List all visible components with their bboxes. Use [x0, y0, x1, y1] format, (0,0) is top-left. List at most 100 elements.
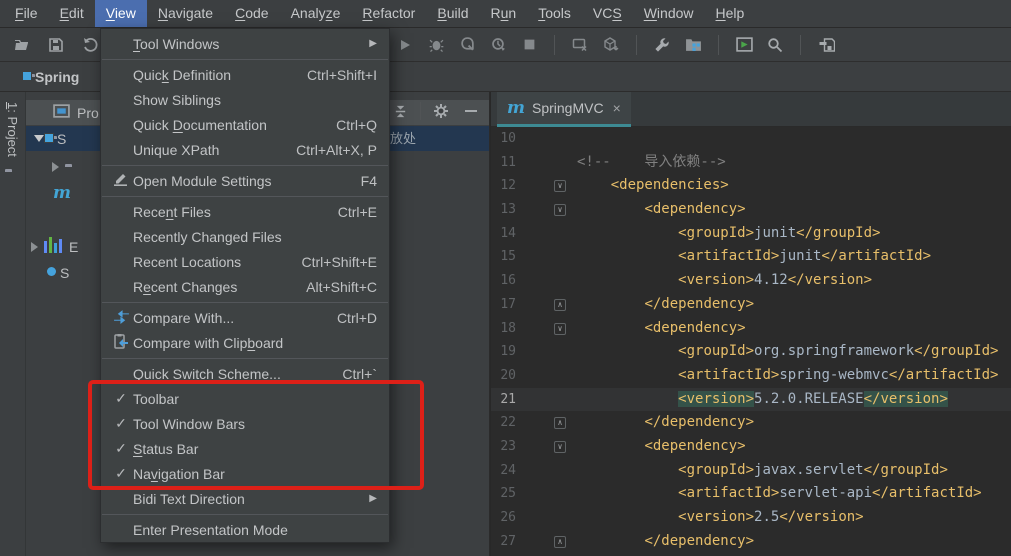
project-structure-icon[interactable]	[683, 35, 703, 55]
line-number[interactable]: 20	[491, 364, 516, 388]
coverage-icon[interactable]	[457, 35, 477, 55]
menu-file[interactable]: File	[4, 0, 49, 27]
code-line[interactable]: 13 ∨ <dependency>	[491, 198, 1011, 222]
editor-tab-springmvc[interactable]: m SpringMVC ×	[497, 92, 631, 127]
line-number[interactable]: 17	[491, 293, 516, 317]
line-number[interactable]: 12	[491, 174, 516, 198]
toolbar-divider	[800, 34, 801, 55]
code-line[interactable]: 15 <artifactId>junit</artifactId>	[491, 245, 1011, 269]
code-line[interactable]: 18 ∨ <dependency>	[491, 317, 1011, 341]
profiler-icon[interactable]	[488, 35, 508, 55]
editor-area: m SpringMVC × 10 11 <!-- 导入依赖--> 12 ∨ <depen…	[490, 92, 1011, 556]
chevron-right-icon[interactable]	[52, 161, 59, 172]
run-icon[interactable]	[395, 35, 415, 55]
fold-marker-icon[interactable]: ∨	[554, 180, 566, 193]
menu-view[interactable]: View	[94, 0, 147, 27]
fold-marker-icon[interactable]: ∧	[554, 535, 566, 548]
chevron-down-icon[interactable]	[34, 135, 44, 142]
menu-window[interactable]: Window	[633, 0, 705, 27]
code-line[interactable]: 23 ∨ <dependency>	[491, 435, 1011, 459]
code-line[interactable]: 25 <artifactId>servlet-api</artifactId>	[491, 482, 1011, 506]
menu-vcs[interactable]: VCS	[582, 0, 633, 27]
line-number[interactable]: 16	[491, 269, 516, 293]
fold-marker-icon[interactable]: ∨	[554, 204, 566, 217]
code-line[interactable]: 20 <artifactId>spring-webmvc</artifactId…	[491, 364, 1011, 388]
menu-edit[interactable]: Edit	[49, 0, 95, 27]
hide-icon[interactable]	[461, 101, 481, 121]
open-folder-icon[interactable]	[12, 35, 32, 55]
debug-icon[interactable]	[426, 35, 446, 55]
wrench-icon[interactable]	[652, 35, 672, 55]
line-number[interactable]: 15	[491, 245, 516, 269]
menu-refactor[interactable]: Refactor	[351, 0, 426, 27]
line-number[interactable]: 26	[491, 506, 516, 530]
code-line[interactable]: 11 <!-- 导入依赖-->	[491, 151, 1011, 175]
menu-build[interactable]: Build	[426, 0, 479, 27]
toolbar-divider	[420, 102, 421, 120]
menu-item-tool-windows[interactable]: Tool Windows ▶	[101, 31, 389, 56]
line-number[interactable]: 23	[491, 435, 516, 459]
code-editor[interactable]: 10 11 <!-- 导入依赖--> 12 ∨ <dependencies> 13 ∨ <d…	[491, 127, 1011, 556]
save-all-icon[interactable]	[816, 35, 836, 55]
attach-icon[interactable]	[570, 35, 590, 55]
menu-item-quick-definition[interactable]: Quick Definition Ctrl+Shift+I	[101, 62, 389, 87]
fold-marker-icon[interactable]: ∨	[554, 322, 566, 335]
menu-item-recently-changed-files[interactable]: Recently Changed Files	[101, 224, 389, 249]
save-icon[interactable]	[46, 35, 66, 55]
stop-icon[interactable]	[519, 35, 539, 55]
menu-item-open-module-settings[interactable]: Open Module Settings F4	[101, 168, 389, 193]
menu-item-quick-documentation[interactable]: Quick Documentation Ctrl+Q	[101, 112, 389, 137]
chevron-right-icon[interactable]	[31, 241, 38, 252]
menu-navigate[interactable]: Navigate	[147, 0, 224, 27]
line-number[interactable]: 21	[491, 388, 516, 412]
line-number[interactable]: 24	[491, 459, 516, 483]
fold-marker-icon[interactable]: ∧	[554, 298, 566, 311]
menu-run[interactable]: Run	[480, 0, 528, 27]
code-line[interactable]: 26 <version>2.5</version>	[491, 506, 1011, 530]
run-window-icon[interactable]	[734, 35, 754, 55]
undo-icon[interactable]	[80, 35, 100, 55]
code-line[interactable]: 17 ∧ </dependency>	[491, 293, 1011, 317]
line-number[interactable]: 14	[491, 222, 516, 246]
line-number[interactable]: 25	[491, 482, 516, 506]
close-icon[interactable]: ×	[613, 100, 621, 116]
menu-item-recent-changes[interactable]: Recent Changes Alt+Shift+C	[101, 274, 389, 299]
menu-analyze[interactable]: Analyze	[280, 0, 352, 27]
menu-item-recent-locations[interactable]: Recent Locations Ctrl+Shift+E	[101, 249, 389, 274]
menu-help[interactable]: Help	[705, 0, 756, 27]
menu-code[interactable]: Code	[224, 0, 279, 27]
project-toolwindow-button[interactable]: 1: Project	[5, 102, 20, 157]
menu-item-show-siblings[interactable]: Show Siblings	[101, 87, 389, 112]
code-line[interactable]: 16 <version>4.12</version>	[491, 269, 1011, 293]
menu-item-unique-xpath[interactable]: Unique XPath Ctrl+Alt+X, P	[101, 137, 389, 162]
menu-tools[interactable]: Tools	[527, 0, 582, 27]
settings-gear-icon[interactable]	[431, 101, 451, 121]
collapse-all-icon[interactable]	[390, 101, 410, 121]
line-number[interactable]: 11	[491, 151, 516, 175]
line-number[interactable]: 18	[491, 317, 516, 341]
code-line[interactable]: 19 <groupId>org.springframework</groupId…	[491, 340, 1011, 364]
code-line[interactable]: 10	[491, 127, 1011, 151]
line-number[interactable]: 19	[491, 340, 516, 364]
line-number[interactable]: 10	[491, 127, 516, 151]
code-line[interactable]: 27 ∧ </dependency>	[491, 530, 1011, 554]
fold-marker-icon[interactable]: ∨	[554, 440, 566, 453]
menu-item-compare-with-clipboard[interactable]: Compare with Clipboard	[101, 330, 389, 355]
code-line[interactable]: 24 <groupId>javax.servlet</groupId>	[491, 459, 1011, 483]
line-number[interactable]: 22	[491, 411, 516, 435]
menu-item-recent-files[interactable]: Recent Files Ctrl+E	[101, 199, 389, 224]
fold-gutter	[516, 482, 577, 506]
code-line[interactable]: 14 <groupId>junit</groupId>	[491, 222, 1011, 246]
code-line[interactable]: 21 <version>5.2.0.RELEASE</version>	[491, 387, 1011, 412]
line-number[interactable]: 13	[491, 198, 516, 222]
breadcrumb[interactable]: Spring	[35, 69, 79, 85]
menu-item-enter-presentation-mode[interactable]: Enter Presentation Mode	[101, 517, 389, 542]
menu-item-compare-with[interactable]: Compare With... Ctrl+D	[101, 305, 389, 330]
toolbar-divider	[554, 34, 555, 55]
fold-marker-icon[interactable]: ∧	[554, 417, 566, 430]
line-number[interactable]: 27	[491, 530, 516, 554]
search-icon[interactable]	[765, 35, 785, 55]
code-line[interactable]: 12 ∨ <dependencies>	[491, 174, 1011, 198]
code-line[interactable]: 22 ∧ </dependency>	[491, 411, 1011, 435]
package-icon[interactable]	[601, 35, 621, 55]
